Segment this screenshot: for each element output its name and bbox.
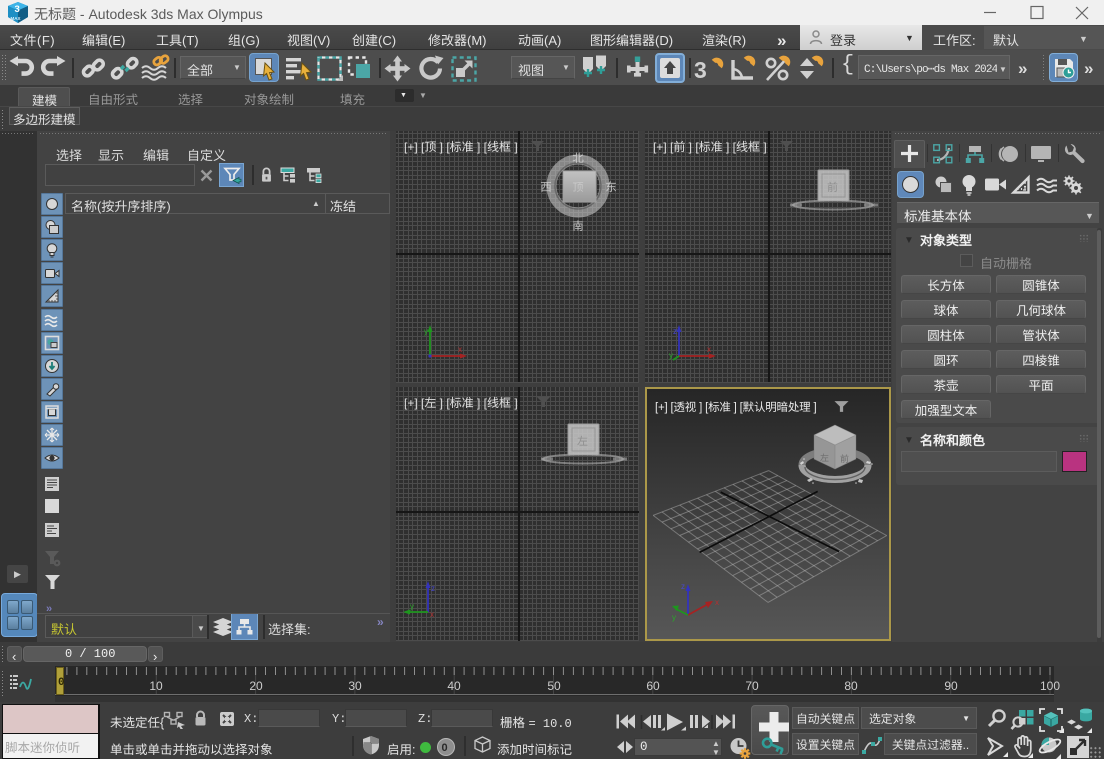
svg-text:z: z — [681, 582, 685, 591]
svg-text:100: 100 — [1040, 679, 1060, 693]
svg-text:前: 前 — [827, 179, 838, 195]
svg-text:y: y — [424, 327, 428, 336]
svg-text:东: 东 — [605, 179, 617, 195]
svg-text:z: z — [673, 327, 677, 336]
svg-text:南: 南 — [572, 218, 584, 234]
svg-text:x: x — [430, 610, 434, 619]
svg-text:x: x — [458, 345, 462, 354]
svg-text:西: 西 — [540, 179, 552, 195]
svg-text:左: 左 — [820, 451, 829, 464]
svg-text:60: 60 — [646, 679, 660, 693]
svg-text:顶: 顶 — [573, 179, 584, 195]
svg-text:北: 北 — [572, 150, 584, 166]
svg-text:MAX: MAX — [11, 16, 21, 21]
svg-text:3: 3 — [694, 57, 707, 83]
svg-text:z: z — [431, 584, 435, 593]
svg-text:x: x — [715, 598, 719, 607]
svg-text:10: 10 — [149, 679, 163, 693]
svg-text:前: 前 — [840, 452, 849, 465]
svg-text:30: 30 — [348, 679, 362, 693]
svg-text:y: y — [672, 613, 676, 622]
svg-text:80: 80 — [844, 679, 858, 693]
svg-text:左: 左 — [577, 433, 588, 449]
svg-text:40: 40 — [447, 679, 461, 693]
svg-text:x: x — [707, 345, 711, 354]
svg-text:70: 70 — [745, 679, 759, 693]
svg-text:20: 20 — [249, 679, 263, 693]
svg-text:y: y — [669, 351, 673, 360]
svg-text:90: 90 — [944, 679, 958, 693]
svg-text:50: 50 — [547, 679, 561, 693]
svg-text:y: y — [410, 602, 414, 611]
svg-text:3: 3 — [15, 4, 20, 15]
